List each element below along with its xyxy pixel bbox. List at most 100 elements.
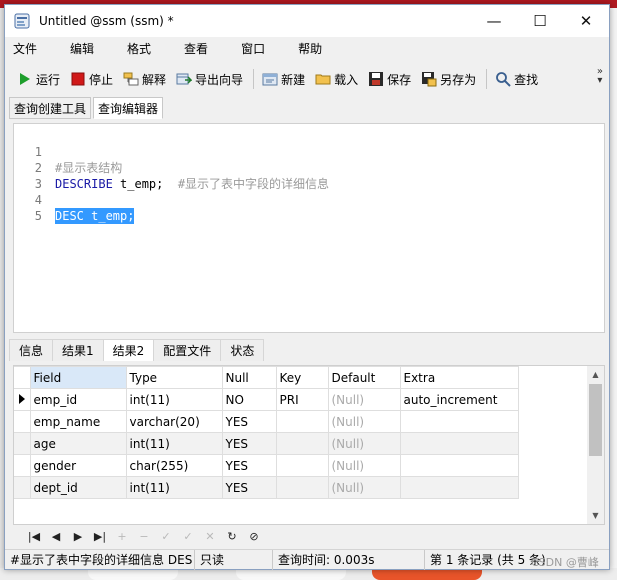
cell-field[interactable]: age [29, 432, 127, 455]
cell-null[interactable]: YES [221, 454, 277, 477]
stop-loading-button[interactable]: ⊘ [243, 527, 265, 545]
cell-type[interactable]: char(255) [125, 454, 223, 477]
run-button[interactable]: 运行 [13, 67, 64, 91]
cell-extra[interactable] [399, 476, 519, 499]
menu-file[interactable]: 文件 [5, 40, 45, 57]
tab-query-editor[interactable]: 查询编辑器 [93, 97, 164, 119]
table-row[interactable]: emp_id int(11) NO PRI (Null) auto_increm… [14, 388, 519, 411]
cell-key[interactable] [275, 410, 329, 433]
refresh-button[interactable]: ↻ [221, 527, 243, 545]
save-label: 保存 [387, 72, 412, 87]
tab-result-1[interactable]: 结果1 [53, 339, 104, 361]
last-record-button[interactable]: ▶| [89, 527, 111, 545]
cell-type[interactable]: int(11) [125, 388, 223, 411]
stop-label: 停止 [89, 72, 114, 87]
column-header-key[interactable]: Key [275, 366, 329, 389]
table-row[interactable]: age int(11) YES (Null) [14, 432, 519, 455]
row-header-corner [14, 366, 31, 389]
column-header-type[interactable]: Type [125, 366, 223, 389]
cell-key[interactable] [275, 454, 329, 477]
tab-profile[interactable]: 配置文件 [154, 339, 222, 361]
column-header-default[interactable]: Default [327, 366, 401, 389]
scrollbar-thumb[interactable] [589, 384, 602, 456]
menu-edit[interactable]: 编辑 [62, 40, 102, 57]
save-button[interactable]: 保存 [364, 67, 415, 91]
column-header-extra[interactable]: Extra [399, 366, 519, 389]
menu-format[interactable]: 格式 [119, 40, 159, 57]
cell-extra[interactable]: auto_increment [399, 388, 519, 411]
first-record-button[interactable]: |◀ [23, 527, 45, 545]
explain-icon [123, 71, 139, 87]
export-icon [176, 71, 193, 87]
cell-default[interactable]: (Null) [327, 476, 401, 499]
table-row[interactable]: emp_name varchar(20) YES (Null) [14, 410, 519, 433]
cell-key[interactable] [275, 432, 329, 455]
tab-result-2[interactable]: 结果2 [103, 339, 155, 361]
vertical-scrollbar[interactable]: ▲ ▼ [587, 366, 604, 524]
new-button[interactable]: 新建 [258, 67, 309, 91]
cell-default[interactable]: (Null) [327, 454, 401, 477]
cell-key[interactable] [275, 476, 329, 499]
stop-button[interactable]: 停止 [66, 67, 117, 91]
cell-field[interactable]: dept_id [29, 476, 127, 499]
explain-button[interactable]: 解释 [119, 67, 170, 91]
chevron-down-icon: ▾ [597, 75, 603, 86]
menu-window[interactable]: 窗口 [233, 40, 273, 57]
cell-null[interactable]: YES [221, 410, 277, 433]
cell-null[interactable]: YES [221, 476, 277, 499]
cell-null[interactable]: NO [221, 388, 277, 411]
save-icon [368, 71, 384, 87]
tab-info[interactable]: 信息 [9, 339, 54, 361]
result-grid: Field Type Null Key Default Extra emp_id… [13, 365, 605, 525]
cell-extra[interactable] [399, 432, 519, 455]
scroll-up-icon[interactable]: ▲ [587, 366, 604, 383]
toolbar-overflow-button[interactable]: » ▾ [597, 67, 603, 86]
row-indicator [14, 410, 31, 433]
status-sql-text: #显示了表中字段的详细信息 DES [5, 550, 195, 570]
close-button[interactable]: ✕ [563, 5, 609, 37]
previous-record-button[interactable]: ◀ [45, 527, 67, 545]
background-right-edge [610, 8, 617, 568]
scroll-down-icon[interactable]: ▼ [587, 507, 604, 524]
table-row[interactable]: dept_id int(11) YES (Null) [14, 476, 519, 499]
table-row[interactable]: gender char(255) YES (Null) [14, 454, 519, 477]
load-button[interactable]: 载入 [311, 67, 362, 91]
save-as-icon [421, 71, 437, 87]
next-record-button[interactable]: ▶ [67, 527, 89, 545]
cell-field[interactable]: emp_id [29, 388, 127, 411]
cell-default[interactable]: (Null) [327, 388, 401, 411]
add-record-button[interactable]: + [111, 527, 133, 545]
cancel-changes-button[interactable]: ✕ [199, 527, 221, 545]
tab-query-builder[interactable]: 查询创建工具 [9, 97, 92, 119]
title-bar[interactable]: Untitled @ssm (ssm) * — ☐ ✕ [5, 5, 609, 37]
column-header-field[interactable]: Field [29, 366, 127, 389]
maximize-button[interactable]: ☐ [517, 5, 563, 37]
code-keyword: DESCRIBE [55, 177, 113, 191]
menu-help[interactable]: 帮助 [290, 40, 330, 57]
code-identifier: t_emp; [112, 177, 164, 191]
cell-default[interactable]: (Null) [327, 410, 401, 433]
edit-record-button[interactable]: ✓ [155, 527, 177, 545]
delete-record-button[interactable]: − [133, 527, 155, 545]
find-button[interactable]: 查找 [491, 67, 542, 91]
cell-type[interactable]: int(11) [125, 476, 223, 499]
cell-default[interactable]: (Null) [327, 432, 401, 455]
sql-editor[interactable]: 1 #显示表结构 2 DESCRIBE t_emp; #显示了表中字段的详细信息… [13, 123, 605, 333]
save-as-label: 另存为 [440, 72, 477, 87]
cell-extra[interactable] [399, 410, 519, 433]
cell-type[interactable]: int(11) [125, 432, 223, 455]
minimize-button[interactable]: — [471, 5, 517, 37]
save-as-button[interactable]: 另存为 [417, 67, 480, 91]
window-controls: — ☐ ✕ [471, 5, 609, 37]
cell-field[interactable]: emp_name [29, 410, 127, 433]
export-wizard-button[interactable]: 导出向导 [172, 67, 247, 91]
cell-type[interactable]: varchar(20) [125, 410, 223, 433]
menu-view[interactable]: 查看 [176, 40, 216, 57]
cell-key[interactable]: PRI [275, 388, 329, 411]
cell-field[interactable]: gender [29, 454, 127, 477]
cell-null[interactable]: YES [221, 432, 277, 455]
cell-extra[interactable] [399, 454, 519, 477]
apply-changes-button[interactable]: ✓ [177, 527, 199, 545]
column-header-null[interactable]: Null [221, 366, 277, 389]
tab-status[interactable]: 状态 [221, 339, 265, 361]
